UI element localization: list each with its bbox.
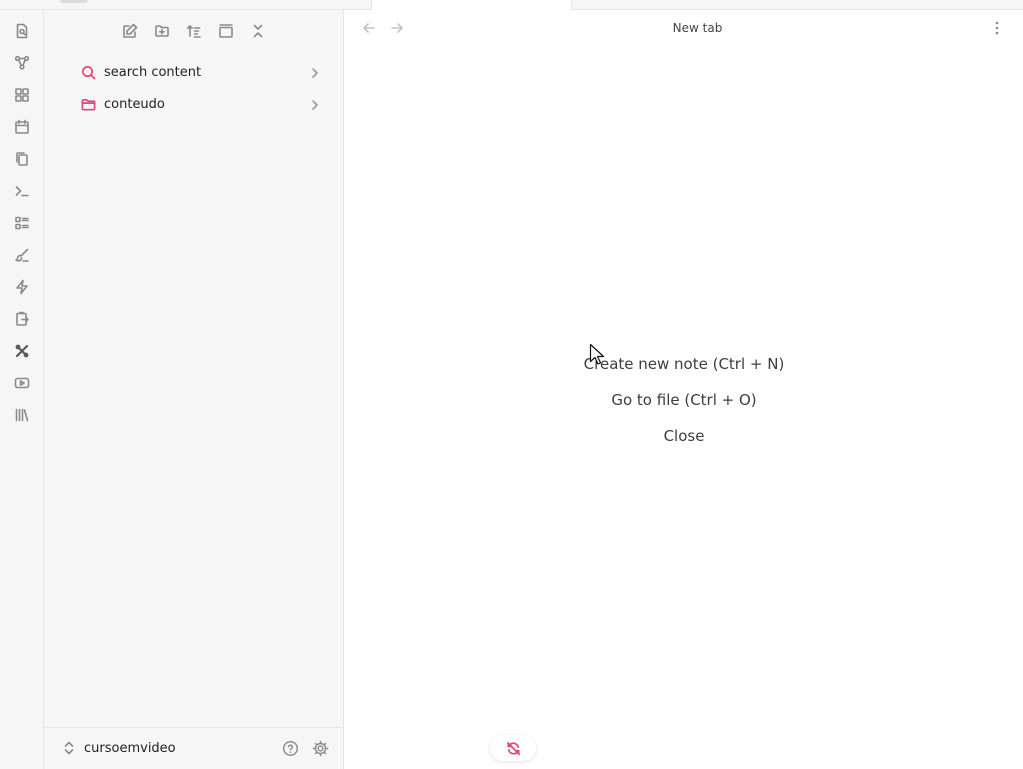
sync-status-button[interactable] [490,735,536,761]
copy-icon[interactable] [12,149,32,169]
back-arrow-icon[interactable] [362,20,378,36]
auto-reveal-icon[interactable] [216,21,236,41]
vault-bar: cursoemvideo [44,727,343,769]
collapse-all-icon[interactable] [248,21,268,41]
folder-icon [81,96,97,112]
lightning-icon[interactable] [12,277,32,297]
chevron-right-icon[interactable] [308,65,322,79]
create-new-note-action[interactable]: Create new note (Ctrl + N) [584,352,785,388]
active-tab[interactable] [371,0,572,10]
new-note-icon[interactable] [120,21,140,41]
search-icon [81,64,97,80]
youtube-icon[interactable] [12,373,32,393]
go-to-file-action[interactable]: Go to file (Ctrl + O) [611,388,756,424]
list-layout-icon[interactable] [12,213,32,233]
chevrons-up-down-icon[interactable] [62,740,76,756]
tab-strip [0,0,1023,10]
graph-icon[interactable] [12,53,32,73]
sync-off-icon [506,741,520,755]
file-search-icon[interactable] [12,21,32,41]
ribbon [0,10,44,769]
plugin-active-icon[interactable] [12,341,32,361]
calendar-icon[interactable] [12,117,32,137]
tab-stub[interactable] [60,0,88,3]
close-action[interactable]: Close [664,424,705,460]
tree-item-label: conteudo [104,96,165,112]
settings-icon[interactable] [312,740,330,758]
view-header: New tab [344,10,1023,46]
view-title: New tab [672,21,723,35]
clipboard-arrow-icon[interactable] [12,309,32,329]
sort-icon[interactable] [184,21,204,41]
forward-arrow-icon[interactable] [390,20,406,36]
file-explorer-sidebar: search content conteudo cursoemvideo [44,10,344,769]
blocks-icon[interactable] [12,85,32,105]
main-view: New tab Create new note (Ctrl + N) Go to… [344,10,1023,769]
more-options-icon[interactable] [989,20,1005,36]
tree-item-conteudo[interactable]: conteudo [74,92,336,116]
empty-state-actions: Create new note (Ctrl + N) Go to file (C… [544,352,824,460]
tree-item-label: search content [104,64,202,80]
chevron-right-icon[interactable] [308,97,322,111]
help-icon[interactable] [282,740,300,758]
terminal-icon[interactable] [12,181,32,201]
brush-icon[interactable] [12,245,32,265]
library-icon[interactable] [12,405,32,425]
tree-item-search-content[interactable]: search content [74,60,336,84]
new-folder-icon[interactable] [152,21,172,41]
vault-name[interactable]: cursoemvideo [84,741,176,756]
